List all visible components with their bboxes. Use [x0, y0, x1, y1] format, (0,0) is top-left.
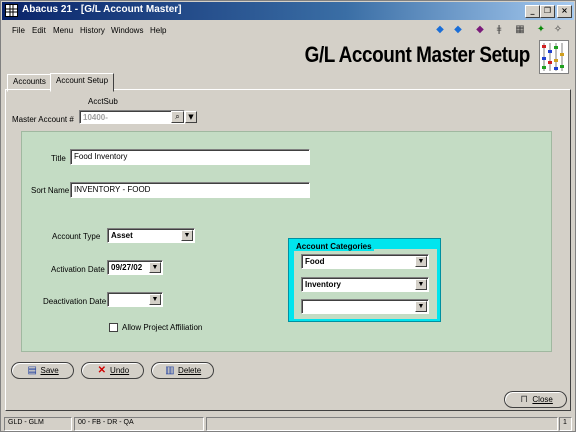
- door-icon: ⊓: [520, 394, 529, 406]
- close-button-label: Close: [532, 395, 553, 404]
- lookup-search-icon[interactable]: ⌕: [171, 111, 184, 123]
- category-select-1[interactable]: Food ▼: [301, 254, 429, 269]
- undo-button[interactable]: ✕ Undo: [81, 362, 144, 379]
- chevron-down-icon[interactable]: ▼: [415, 279, 427, 290]
- account-type-label: Account Type: [52, 232, 101, 241]
- status-codes: 00 - FB - DR - QA: [74, 417, 204, 431]
- pin-icon[interactable]: ǂ: [492, 23, 506, 37]
- allow-project-checkbox[interactable]: [109, 323, 118, 332]
- deactivation-date-label: Deactivation Date: [43, 297, 107, 306]
- back-arrow-icon[interactable]: ◆: [433, 23, 447, 37]
- account-categories-title: Account Categories: [294, 242, 374, 251]
- minimize-button[interactable]: _: [525, 5, 540, 18]
- close-window-button[interactable]: ×: [557, 5, 572, 18]
- menu-edit[interactable]: Edit: [32, 26, 46, 35]
- tab-account-setup[interactable]: Account Setup: [50, 73, 115, 92]
- delete-doc-icon: ▥: [165, 365, 175, 377]
- category-select-2[interactable]: Inventory ▼: [301, 277, 429, 292]
- account-categories-group: Account Categories Food ▼ Inventory ▼ ▼: [288, 238, 441, 322]
- category-select-3[interactable]: ▼: [301, 299, 429, 314]
- books-icon[interactable]: ◆: [473, 23, 487, 37]
- menu-windows[interactable]: Windows: [111, 26, 143, 35]
- master-account-label: Master Account #: [12, 115, 74, 124]
- sort-name-input[interactable]: INVENTORY - FOOD: [70, 182, 310, 198]
- sort-name-label: Sort Name: [31, 186, 70, 195]
- page-header: G/L Account Master Setup: [2, 41, 574, 75]
- title-input[interactable]: Food Inventory: [70, 149, 310, 165]
- deactivation-date-input[interactable]: ▼: [107, 292, 163, 307]
- menu-menu[interactable]: Menu: [53, 26, 73, 35]
- category-1-value: Food: [305, 257, 325, 266]
- restore-button[interactable]: ❐: [540, 5, 555, 18]
- chevron-down-icon[interactable]: ▼: [415, 256, 427, 267]
- delete-button-label: Delete: [178, 366, 202, 375]
- chevron-down-icon[interactable]: ▼: [149, 294, 161, 305]
- menu-history[interactable]: History: [80, 26, 105, 35]
- forward-arrow-icon[interactable]: ◆: [451, 23, 465, 37]
- allow-project-label: Allow Project Affiliation: [122, 323, 203, 332]
- master-account-dropdown-button[interactable]: ▼: [185, 111, 197, 123]
- calculator-icon[interactable]: ▦: [513, 23, 527, 37]
- category-2-value: Inventory: [305, 280, 342, 289]
- grid-icon: [6, 5, 17, 16]
- chevron-down-icon[interactable]: ▼: [149, 262, 161, 273]
- chevron-down-icon[interactable]: ▼: [415, 301, 427, 312]
- undo-x-icon: ✕: [97, 365, 106, 377]
- delete-button[interactable]: ▥ Delete: [151, 362, 214, 379]
- save-disk-icon: ▤: [27, 365, 37, 377]
- app-icon: [5, 4, 18, 17]
- exit-man-icon[interactable]: ✦: [534, 23, 548, 37]
- acct-sub-label: AcctSub: [88, 97, 118, 106]
- save-button-label: Save: [40, 366, 59, 375]
- status-page: 1: [559, 417, 572, 431]
- save-button[interactable]: ▤ Save: [11, 362, 74, 379]
- chevron-down-icon[interactable]: ▼: [181, 230, 193, 241]
- account-type-select[interactable]: Asset ▼: [107, 228, 195, 243]
- account-type-value: Asset: [111, 231, 133, 240]
- window-title: Abacus 21 - [G/L Account Master]: [22, 4, 182, 15]
- title-bar[interactable]: Abacus 21 - [G/L Account Master] _ ❐ ×: [2, 2, 574, 20]
- close-button[interactable]: ⊓ Close: [504, 391, 567, 408]
- page-title: G/L Account Master Setup: [304, 42, 531, 67]
- activation-date-label: Activation Date: [51, 265, 105, 274]
- activation-date-value: 09/27/02: [111, 263, 143, 272]
- menu-help[interactable]: Help: [150, 26, 166, 35]
- status-bar: GLD - GLM 00 - FB - DR - QA 1: [2, 415, 574, 432]
- activation-date-input[interactable]: 09/27/02 ▼: [107, 260, 163, 275]
- title-label: Title: [51, 154, 66, 163]
- master-account-input[interactable]: 10400-: [79, 110, 185, 124]
- menu-bar: File Edit Menu History Windows Help: [2, 21, 574, 41]
- status-message: [206, 417, 558, 431]
- status-module: GLD - GLM: [4, 417, 72, 431]
- help-pointer-icon[interactable]: ✧: [551, 23, 565, 37]
- abacus-logo-icon: [539, 40, 569, 74]
- app-window: Abacus 21 - [G/L Account Master] _ ❐ × F…: [0, 0, 576, 432]
- undo-button-label: Undo: [110, 366, 130, 375]
- menu-file[interactable]: File: [12, 26, 25, 35]
